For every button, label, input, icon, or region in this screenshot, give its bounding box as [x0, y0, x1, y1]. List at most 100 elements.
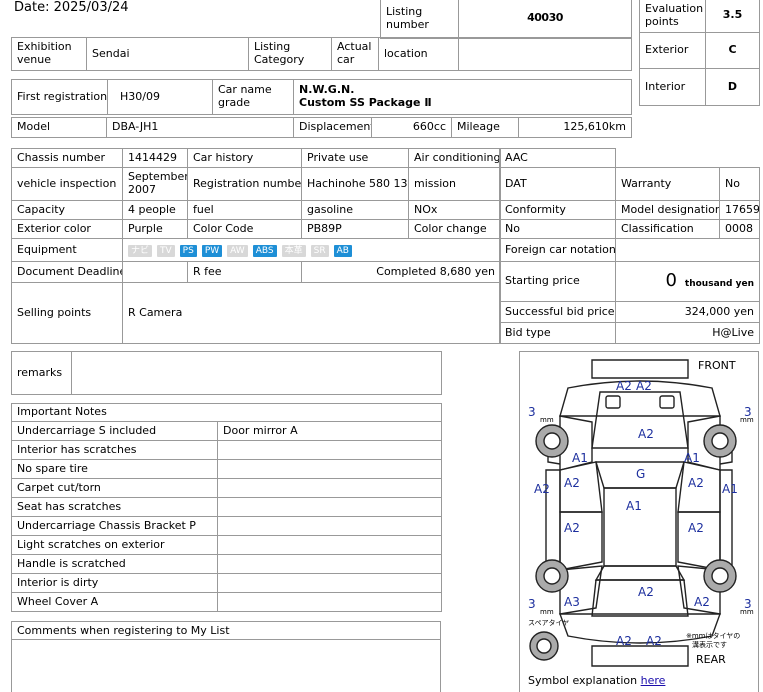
exterior-color: Purple: [122, 219, 188, 239]
foreign-car-notation: [615, 238, 760, 262]
note-cell: [217, 440, 442, 460]
sale-date: Date: 2025/03/24: [14, 0, 129, 15]
registration-number-label: Registration number: [187, 167, 302, 201]
equipment-badge: TV: [157, 244, 175, 257]
equipment-badges: ナビ TV PS PW AW ABS 本革 SR AB: [122, 238, 501, 262]
equipment-badge: PS: [179, 244, 197, 257]
exterior-grade: C: [705, 32, 760, 69]
exhibition-venue: Sendai: [86, 37, 249, 71]
note-cell: Undercarriage S included: [11, 421, 218, 441]
note-row: Undercarriage S included Door mirror A: [11, 421, 442, 441]
tire-rl-mm: mm: [540, 608, 554, 616]
tire-fl-depth: 3: [528, 405, 536, 419]
selling-points: R Camera: [122, 282, 501, 344]
evaluation-points-label: Evaluation points: [639, 0, 706, 33]
car-diagram-svg: FRONT REAR スペアタイヤ ※mmはタイヤの 溝表示です mm mm m…: [528, 359, 754, 667]
mark-rear-door-left: A2: [564, 521, 580, 535]
rear-label: REAR: [696, 653, 726, 666]
vehicle-inspection: September 2007: [122, 167, 188, 201]
actual-car-label: Actual car: [331, 37, 379, 71]
successful-bid-price-label: Successful bid price: [499, 301, 616, 323]
mark-side-left: A2: [534, 482, 550, 496]
mark-side-right: A1: [722, 482, 738, 496]
mark-hood: A2: [638, 427, 654, 441]
selling-points-label: Selling points: [11, 282, 123, 344]
note-row: Interior has scratches: [11, 440, 442, 460]
note-row: Seat has scratches: [11, 497, 442, 517]
note-row: Interior is dirty: [11, 573, 442, 593]
note-cell: Seat has scratches: [11, 497, 218, 517]
note-cell: Interior is dirty: [11, 573, 218, 593]
mission: DAT: [499, 167, 616, 201]
note-row: Handle is scratched: [11, 554, 442, 574]
note-row: No spare tire: [11, 459, 442, 479]
my-list-comments[interactable]: Comments when registering to My List: [11, 621, 441, 692]
equipment-label: Equipment: [11, 238, 123, 262]
air-conditioning: AAC: [499, 148, 616, 168]
registration-number: Hachinohe 580 139: [301, 167, 409, 201]
foreign-car-notation-label: Foreign car notation: [499, 238, 616, 262]
note-cell: Handle is scratched: [11, 554, 218, 574]
mark-front-bumper-left: A2: [616, 379, 632, 393]
equipment-badge: AB: [333, 244, 352, 257]
exterior-color-label: Exterior color: [11, 219, 123, 239]
evaluation-box: Evaluation points 3.5 Exterior C Interio…: [639, 0, 760, 106]
conformity-label: Conformity: [499, 200, 616, 220]
mark-rear-door-right: A2: [688, 521, 704, 535]
exhibition-venue-label: Exhibition venue: [11, 37, 87, 71]
document-deadline-label: Document Deadline: [11, 261, 123, 283]
warranty-label: Warranty: [615, 167, 720, 201]
exterior-grade-label: Exterior: [639, 32, 706, 69]
important-notes: Important Notes Undercarriage S included…: [11, 403, 442, 612]
tire-rl-depth: 3: [528, 597, 536, 611]
note-cell: Door mirror A: [217, 421, 442, 441]
location-value: [458, 37, 632, 71]
first-registration: H30/09: [107, 79, 213, 115]
interior-grade: D: [705, 68, 760, 106]
successful-bid-price: 324,000 yen: [615, 301, 760, 323]
listing-category-label: Listing Category: [248, 37, 332, 71]
note-cell: Interior has scratches: [11, 440, 218, 460]
warranty: No: [719, 167, 760, 201]
document-deadline: [122, 261, 188, 283]
note-cell: [217, 459, 442, 479]
damage-diagram: FRONT REAR スペアタイヤ ※mmはタイヤの 溝表示です mm mm m…: [519, 351, 759, 692]
displacement: 660cc: [371, 117, 452, 138]
model: DBA-JH1: [106, 117, 294, 138]
remarks-label: remarks: [11, 351, 72, 395]
rear-window-outline: [594, 565, 686, 581]
note-row: Wheel Cover A: [11, 592, 442, 612]
equipment-badge: ナビ: [128, 244, 153, 257]
spare-tire-label: スペアタイヤ: [528, 618, 569, 627]
note-row: Undercarriage Chassis Bracket P: [11, 516, 442, 536]
my-list-comments-title: Comments when registering to My List: [12, 622, 440, 640]
interior-grade-label: Interior: [639, 68, 706, 106]
mark-fender-left: A1: [572, 451, 588, 465]
car-name-grade-label: Car name grade: [212, 79, 294, 115]
tire-fr-depth: 3: [744, 405, 752, 419]
equipment-badge: 本革: [281, 244, 306, 257]
details-grid: Chassis number 1414429 Car history Priva…: [11, 148, 501, 344]
registration-row: First registration H30/09 Car name grade…: [11, 79, 632, 115]
color-code-label: Color Code: [187, 219, 302, 239]
symbol-explanation-link[interactable]: here: [641, 674, 666, 687]
car-name-grade: N.W.G.N. Custom SS Package Ⅱ: [293, 79, 632, 115]
r-fee-label: R fee: [187, 261, 302, 283]
note-cell: [217, 516, 442, 536]
location-label: location: [378, 37, 459, 71]
bid-type: H@Live: [615, 322, 760, 344]
important-notes-title: Important Notes: [11, 403, 442, 422]
note-cell: [217, 535, 442, 555]
front-bumper-outline: [591, 359, 689, 379]
mark-front-bumper-right: A2: [636, 379, 652, 393]
details-grid-right: AAC DAT Warranty No Conformity Model des…: [499, 148, 760, 344]
chassis-number: 1414429: [122, 148, 188, 168]
model-designation: 17659: [719, 200, 760, 220]
headlight-right: [659, 395, 675, 409]
symbol-explanation: Symbol explanation here: [528, 674, 665, 687]
nox-label: NOx: [408, 200, 501, 220]
fuel: gasoline: [301, 200, 409, 220]
model-label: Model: [11, 117, 107, 138]
equipment-badge: SR: [310, 244, 329, 257]
front-label: FRONT: [698, 359, 736, 372]
